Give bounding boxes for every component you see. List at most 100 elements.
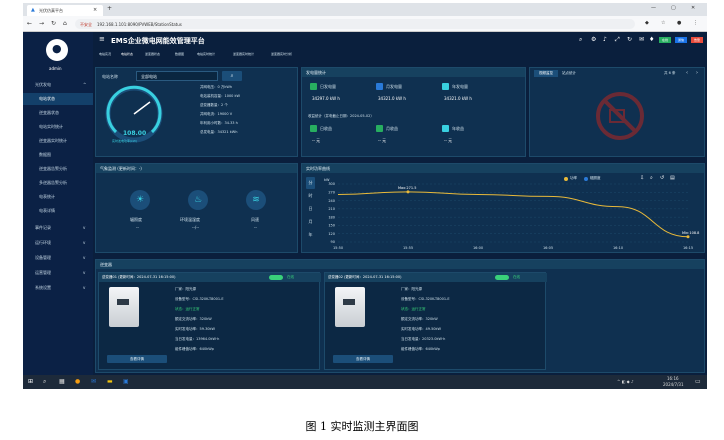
security-label[interactable]: 不安全: [80, 22, 92, 28]
forward-icon[interactable]: →: [39, 20, 44, 27]
avatar[interactable]: ●: [46, 39, 68, 61]
period-month-button[interactable]: 月: [306, 216, 315, 228]
sidebar-item-station-stats[interactable]: 电站实时统计: [23, 121, 93, 133]
minimize-button[interactable]: —: [651, 5, 656, 11]
sidebar-item-label: 设备管理: [35, 255, 51, 260]
sound-icon[interactable]: ♪: [603, 36, 607, 43]
tray-icons[interactable]: ^ ◧ ◆ ♪: [617, 379, 634, 384]
sidebar-item-label: 系统设置: [35, 285, 51, 290]
address-field[interactable]: 不安全 192.168.1.101:8090/PVWEB/StationStat…: [75, 19, 635, 29]
tab-inverter-analysis[interactable]: 逆变器实时分析: [271, 52, 292, 56]
sidebar-item-data-chart[interactable]: 数据图: [23, 149, 93, 161]
thermometer-icon: ♨: [188, 190, 208, 210]
station-search-button[interactable]: ⌕: [222, 71, 242, 81]
mail-app-icon[interactable]: ✉: [91, 378, 96, 385]
sidebar-item-operations[interactable]: 运营管理 v: [23, 267, 93, 279]
month-income-icon: [376, 125, 383, 132]
url-text[interactable]: 192.168.1.101:8090/PVWEB/StationStatus: [97, 22, 182, 27]
browser-tab[interactable]: ▲ 光伏仿真平台 ×: [27, 5, 103, 16]
year-gen-label: 年发电量: [452, 84, 468, 89]
weather-title: 气象监测 (更新时间：-): [96, 164, 297, 173]
status-toggle[interactable]: [269, 275, 283, 280]
sidebar-item-inverter-stats[interactable]: 逆变器实时统计: [23, 135, 93, 147]
refresh-icon[interactable]: ↻: [627, 36, 632, 43]
back-icon[interactable]: ←: [27, 20, 32, 27]
close-window-button[interactable]: ✕: [691, 5, 695, 11]
tab-inverter-status[interactable]: 逆变器状态: [145, 52, 160, 56]
month-income-value: -- 元: [378, 138, 387, 143]
sidebar-item-inverter-status[interactable]: 逆变器状态: [23, 107, 93, 119]
extensions-icon[interactable]: ◆: [645, 20, 649, 26]
bell-icon[interactable]: ♦: [649, 36, 654, 43]
search-icon[interactable]: ⌕: [579, 36, 582, 44]
inverter-field: 当日发电量：13964.0kW·h: [175, 337, 220, 341]
fullscreen-icon[interactable]: ⤢: [615, 36, 620, 44]
word-app-icon[interactable]: ▣: [123, 378, 129, 385]
profile-icon[interactable]: ●: [677, 20, 681, 26]
sidebar-item-events[interactable]: 事件记录 v: [23, 222, 93, 234]
folder-app-icon[interactable]: ▬: [107, 378, 113, 385]
x-tick-label: 16:10: [613, 246, 623, 250]
irradiance-label: 辐照度: [130, 217, 142, 222]
comm-badge[interactable]: 通信: [675, 37, 687, 43]
tab-station-stats[interactable]: 电站实时统计: [197, 52, 215, 56]
maximize-button[interactable]: ▢: [671, 5, 676, 11]
sidebar-item-label: 多逆器告警分析: [39, 180, 67, 185]
sidebar-item-meter-stats[interactable]: 电表统计: [23, 191, 93, 203]
period-year-button[interactable]: 年: [306, 229, 315, 241]
sidebar-item-label: 数据图: [39, 152, 51, 157]
tab-close-icon[interactable]: ×: [93, 7, 97, 13]
sidebar-item-settings[interactable]: 系统设置 v: [23, 282, 93, 294]
sidebar-item-multi-alarm[interactable]: 多逆器告警分析: [23, 177, 93, 189]
y-tick-label: 300: [328, 182, 335, 186]
start-icon[interactable]: ⊞: [28, 378, 33, 385]
period-hour-button[interactable]: 时: [306, 190, 315, 202]
browser-menu-icon[interactable]: ⋮: [693, 20, 698, 26]
settings-icon[interactable]: ⚙: [591, 36, 596, 43]
screenshot: ▲ 光伏仿真平台 × + — ▢ ✕ ← → ↻ ⌂ 不安全 192.168.1…: [23, 3, 707, 389]
tab-favicon-icon: ▲: [31, 7, 35, 13]
view-details-button[interactable]: 查看详情: [333, 355, 393, 363]
sidebar-item-devices[interactable]: 设备管理 v: [23, 252, 93, 264]
period-minute-button[interactable]: 分: [306, 177, 315, 189]
x-tick-label: 16:00: [473, 246, 483, 250]
inverter-field: 厂家：阳光源: [175, 287, 196, 291]
day-gen-icon: [310, 83, 317, 90]
inverter-field: 当日发电量：20323.0kW·h: [401, 337, 446, 341]
sidebar-item-inverter-alarm[interactable]: 逆变器告警分析: [23, 163, 93, 175]
sidebar-item-station-status[interactable]: 电站状态: [23, 93, 93, 105]
min-point: [686, 235, 690, 239]
station-select[interactable]: 全部电站: [136, 71, 218, 81]
sidebar-item-environment[interactable]: 运行环境 v: [23, 237, 93, 249]
notifications-icon[interactable]: ▭: [695, 378, 701, 385]
tab-data-chart[interactable]: 数据图: [175, 52, 184, 56]
tab-site-stats[interactable]: 站点统计: [562, 71, 576, 76]
taskbar-search-icon[interactable]: ⌕: [43, 378, 46, 386]
alarm-badge[interactable]: 告警: [691, 37, 703, 43]
tab-video[interactable]: 视频监控: [534, 70, 558, 77]
status-toggle[interactable]: [495, 275, 509, 280]
sidebar-item-meter-detail[interactable]: 电表详情: [23, 205, 93, 217]
sidebar-item-label: 电站实时统计: [39, 124, 63, 129]
online-badge[interactable]: 在线: [659, 37, 671, 43]
favorites-icon[interactable]: ☆: [661, 20, 665, 26]
menu-toggle-icon[interactable]: ≡: [99, 35, 105, 43]
period-day-button[interactable]: 日: [306, 203, 315, 215]
y-tick-label: 150: [328, 224, 335, 228]
message-icon[interactable]: ✉: [639, 36, 644, 43]
new-tab-icon[interactable]: +: [107, 5, 112, 12]
year-income-icon: [442, 125, 449, 132]
task-view-icon[interactable]: ▦: [59, 378, 65, 385]
view-details-button[interactable]: 查看详情: [107, 355, 167, 363]
home-icon[interactable]: ⌂: [63, 20, 67, 27]
reload-icon[interactable]: ↻: [51, 20, 56, 27]
tab-station-live[interactable]: 电站实况: [99, 52, 111, 56]
browser-app-icon[interactable]: ●: [75, 378, 80, 385]
inverter-card-title: 逆变器01 (更新时间：2024-07-31 16:15:00): [102, 275, 176, 279]
prev-page-icon[interactable]: ‹: [686, 70, 688, 76]
next-page-icon[interactable]: ›: [696, 70, 698, 76]
year-gen-value: 34321.0 kW h: [444, 96, 472, 101]
tab-inverter-stats[interactable]: 逆变器实时统计: [233, 52, 254, 56]
sidebar-item-pv[interactable]: 光伏发电 ^: [23, 79, 93, 91]
tab-station-status[interactable]: 电站状态: [121, 52, 133, 56]
